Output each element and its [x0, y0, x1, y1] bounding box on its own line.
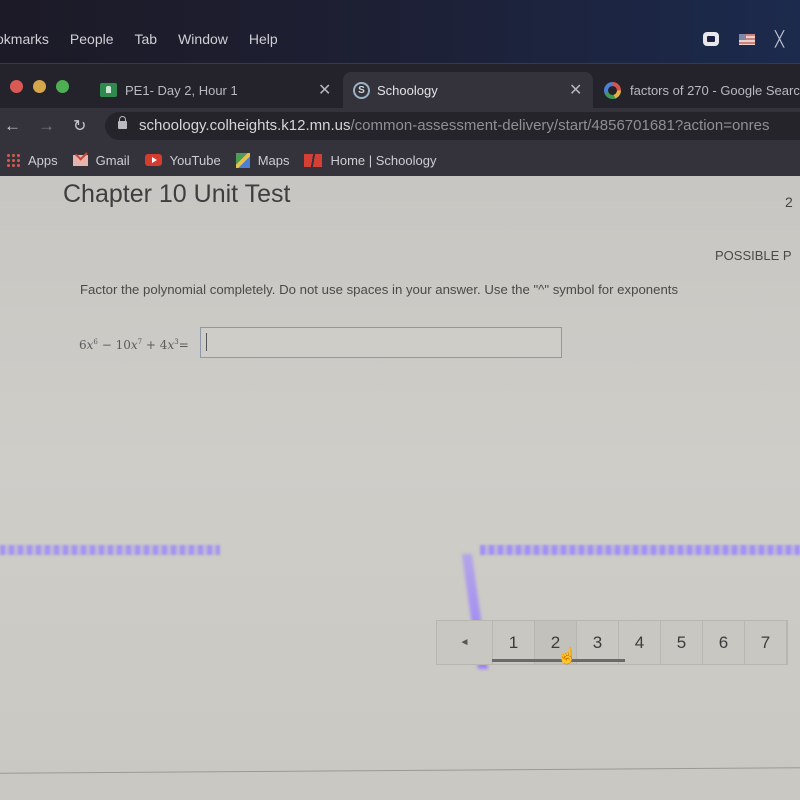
page-button-1[interactable]: 1 [493, 621, 535, 664]
schoology-bookmark-icon [304, 153, 323, 167]
close-tab-icon[interactable]: ✕ [569, 80, 582, 100]
browser-toolbar: ← → ↻ schoology.colheights.k12.mn.us/com… [0, 108, 800, 144]
answer-input[interactable] [200, 327, 562, 358]
address-bar[interactable]: schoology.colheights.k12.mn.us/common-as… [105, 112, 800, 140]
page-button-6[interactable]: 6 [703, 621, 745, 664]
menu-window[interactable]: Window [178, 31, 228, 47]
bookmark-gmail[interactable]: Gmail [72, 152, 130, 168]
page-button-3[interactable]: 3 [577, 621, 619, 664]
tab-schoology[interactable]: S Schoology ✕ [343, 72, 593, 108]
us-flag-input-icon[interactable] [738, 33, 755, 45]
gmail-icon [72, 154, 88, 166]
screen-glare-artifact [0, 545, 220, 555]
page-button-4[interactable]: 4 [619, 621, 661, 664]
url-text[interactable]: schoology.colheights.k12.mn.us/common-as… [139, 117, 770, 134]
polynomial-expression: 6x6 − 10x7 + 4x3= [79, 338, 189, 352]
question-number: 2 [785, 194, 793, 210]
youtube-icon [144, 154, 162, 166]
bookmark-youtube[interactable]: YouTube [144, 152, 221, 168]
zoom-video-icon[interactable] [702, 32, 719, 46]
term-variable: x [130, 338, 138, 352]
operator: − [97, 338, 116, 352]
url-host: schoology.colheights.k12.mn.us [139, 117, 351, 134]
equals-sign: = [178, 338, 189, 352]
close-tab-icon[interactable]: ✕ [318, 80, 331, 100]
apps-grid-icon [6, 153, 20, 167]
possible-points-label: POSSIBLE P [715, 248, 792, 263]
bookmark-label: YouTube [169, 152, 221, 168]
text-cursor [206, 333, 207, 351]
bookmark-apps[interactable]: Apps [6, 153, 58, 168]
reload-icon[interactable]: ↻ [73, 116, 86, 136]
maps-icon [235, 152, 250, 168]
screen-glare-artifact [480, 545, 800, 555]
bookmark-maps[interactable]: Maps [235, 152, 290, 168]
schoology-icon: S [353, 81, 370, 99]
operator: + [142, 338, 160, 352]
minimize-window-button[interactable] [33, 80, 46, 93]
question-instructions: Factor the polynomial completely. Do not… [80, 282, 679, 297]
tab-pe1-day2[interactable]: PE1- Day 2, Hour 1 ✕ [92, 72, 342, 108]
menu-tab[interactable]: Tab [135, 31, 158, 47]
tab-label: factors of 270 - Google Searc [630, 82, 800, 98]
bookmark-label: Maps [257, 152, 290, 168]
assessment-page: Chapter 10 Unit Test 2 POSSIBLE P Factor… [0, 176, 800, 800]
page-button-7[interactable]: 7 [745, 621, 787, 664]
google-classroom-icon [100, 83, 117, 97]
page-title: Chapter 10 Unit Test [63, 180, 291, 208]
lock-icon[interactable] [118, 116, 127, 129]
bookmark-label: Gmail [95, 152, 130, 168]
close-window-button[interactable] [10, 80, 23, 93]
bluetooth-off-icon[interactable]: ╳ [775, 30, 784, 48]
bookmark-home-schoology[interactable]: Home | Schoology [304, 153, 436, 168]
zoom-window-button[interactable] [56, 80, 69, 93]
back-arrow-icon[interactable]: ← [4, 116, 21, 136]
url-path: /common-assessment-delivery/start/485670… [350, 117, 770, 134]
menu-help[interactable]: Help [249, 31, 278, 47]
term-coefficient: 6 [79, 338, 87, 352]
tab-label: Schoology [377, 82, 438, 98]
page-button-5[interactable]: 5 [661, 621, 703, 664]
google-icon [604, 81, 621, 99]
bookmark-label: Apps [28, 152, 58, 168]
bookmark-label: Home | Schoology [330, 152, 437, 168]
window-controls [10, 80, 69, 93]
tab-google-search[interactable]: factors of 270 - Google Searc [598, 72, 800, 108]
menu-people[interactable]: People [70, 31, 114, 47]
menu-bookmarks[interactable]: okmarks [0, 31, 49, 47]
previous-question-button[interactable]: ◄ [437, 621, 493, 664]
divider [0, 767, 800, 774]
tab-label: PE1- Day 2, Hour 1 [125, 82, 238, 98]
macos-menu-bar: okmarks People Tab Window Help ╳ [0, 0, 800, 64]
term-coefficient: 10 [115, 338, 131, 352]
bookmarks-bar: Apps Gmail YouTube Maps Home | Schoology [0, 144, 800, 176]
forward-arrow-icon[interactable]: → [38, 116, 55, 136]
hand-pointer-cursor-icon: ☝ [557, 648, 577, 665]
browser-tab-strip: PE1- Day 2, Hour 1 ✕ S Schoology ✕ facto… [0, 64, 800, 108]
